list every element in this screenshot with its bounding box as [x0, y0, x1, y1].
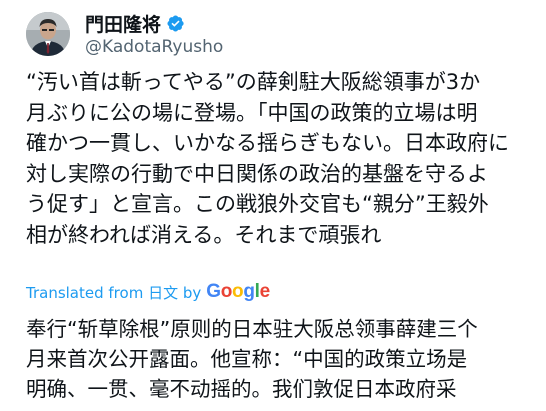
translated-line: 奉行“斩草除根”原则的日本驻大阪总领事薛建三个 — [26, 317, 478, 341]
translated-line: 明确、一贯、毫不动摇的。我们敦促日本政府采 — [26, 377, 457, 401]
tweet-header: 門田隆将 @KadotaRyusho — [26, 10, 223, 58]
google-logo: Google — [206, 281, 270, 302]
translated-from-link[interactable]: Translated from 日文 by Google — [26, 281, 270, 303]
tweet-line: 確かつ一貫し、いかなる揺らぎもない。日本政府に — [26, 131, 509, 156]
person-avatar-icon — [26, 12, 70, 56]
tweet-text: “汚い首は斬ってやる”の薛剣駐大阪総領事が3か 月ぶりに公の場に登場。「中国の政… — [26, 67, 532, 251]
tweet-line: う促す」と宣言。この戦狼外交官も“親分”王毅外 — [26, 192, 489, 217]
verified-badge-icon — [167, 15, 184, 32]
display-name[interactable]: 門田隆将 — [85, 10, 161, 37]
author-names: 門田隆将 @KadotaRyusho — [85, 10, 223, 58]
tweet-line: “汚い首は斬ってやる”の薛剣駐大阪総領事が3か — [26, 70, 481, 94]
avatar[interactable] — [26, 12, 70, 56]
translated-line: 月来首次公开露面。他宣称：“中国的政策立场是 — [26, 347, 468, 371]
name-row: 門田隆将 — [85, 10, 223, 37]
translated-from-label: Translated from 日文 by — [26, 283, 202, 302]
translated-text: 奉行“斩草除根”原则的日本驻大阪总领事薛建三个 月来首次公开露面。他宣称：“中国… — [26, 314, 532, 404]
tweet-line: 相が終われば消える。それまで頑張れ — [26, 222, 382, 247]
tweet-line: 対し実際の行動で中日関係の政治的基盤を守るよ — [26, 161, 488, 186]
author-handle[interactable]: @KadotaRyusho — [85, 37, 223, 57]
tweet-line: 月ぶりに公の場に登場。「中国の政策的立場は明 — [26, 100, 478, 125]
